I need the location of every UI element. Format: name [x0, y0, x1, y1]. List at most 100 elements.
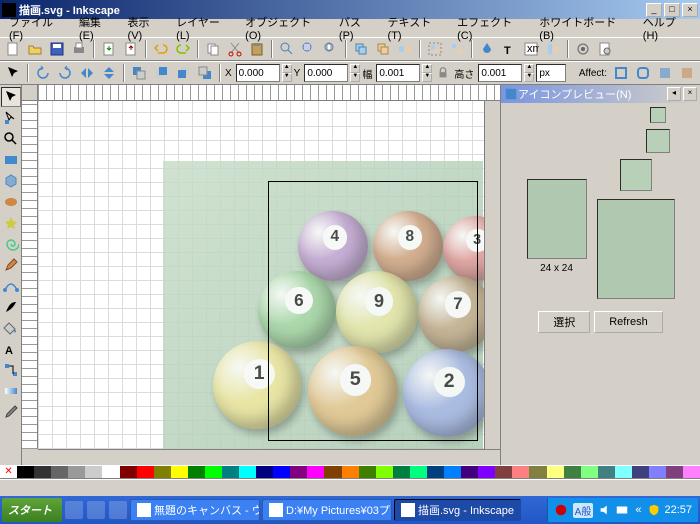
taskbar-task-1[interactable]: D:¥My Pictures¥03プラン…: [262, 499, 392, 521]
quicklaunch-desktop-icon[interactable]: [87, 501, 105, 519]
affect-corners-button[interactable]: [633, 63, 653, 83]
paste-button[interactable]: [247, 39, 267, 59]
swatch[interactable]: [85, 466, 102, 478]
quicklaunch-app-icon[interactable]: [109, 501, 127, 519]
clone-button[interactable]: [373, 39, 393, 59]
swatch[interactable]: [598, 466, 615, 478]
tool-spiral[interactable]: [1, 234, 21, 254]
y-input[interactable]: [304, 64, 348, 82]
ime-indicator[interactable]: A般: [573, 503, 594, 518]
h-spin-down[interactable]: ▼: [524, 73, 534, 82]
swatch[interactable]: [324, 466, 341, 478]
swatch[interactable]: [102, 466, 119, 478]
affect-stroke-button[interactable]: [611, 63, 631, 83]
tool-zoom[interactable]: [1, 129, 21, 149]
swatch[interactable]: [205, 466, 222, 478]
y-spin-down[interactable]: ▼: [350, 73, 360, 82]
affect-gradient-button[interactable]: [655, 63, 675, 83]
panel-titlebar[interactable]: アイコンプレビュー(N) ◂ ×: [501, 85, 700, 103]
swatch[interactable]: [393, 466, 410, 478]
swatch[interactable]: [239, 466, 256, 478]
quicklaunch-ie-icon[interactable]: [65, 501, 83, 519]
menu-item-9[interactable]: ヘルプ(H): [637, 13, 697, 43]
y-spin-up[interactable]: ▲: [350, 64, 360, 73]
swatch[interactable]: [564, 466, 581, 478]
lower-bottom-button[interactable]: [195, 63, 215, 83]
xml-editor-button[interactable]: xml: [521, 39, 541, 59]
tool-star[interactable]: [1, 213, 21, 233]
swatch[interactable]: [512, 466, 529, 478]
swatch[interactable]: [359, 466, 376, 478]
w-spin-down[interactable]: ▼: [422, 73, 432, 82]
swatch[interactable]: [307, 466, 324, 478]
tool-pencil[interactable]: [1, 255, 21, 275]
tool-text[interactable]: A: [1, 339, 21, 359]
swatch[interactable]: [342, 466, 359, 478]
swatch[interactable]: [615, 466, 632, 478]
swatch[interactable]: [683, 466, 700, 478]
preferences-button[interactable]: [573, 39, 593, 59]
swatch[interactable]: [154, 466, 171, 478]
swatch[interactable]: [444, 466, 461, 478]
tray-expand[interactable]: «: [635, 504, 641, 516]
swatch-none[interactable]: [0, 466, 17, 478]
ungroup-button[interactable]: [447, 39, 467, 59]
tool-node[interactable]: [1, 108, 21, 128]
swatch[interactable]: [256, 466, 273, 478]
w-spin-up[interactable]: ▲: [422, 64, 432, 73]
swatch[interactable]: [649, 466, 666, 478]
undo-button[interactable]: [151, 39, 171, 59]
scrollbar-horizontal[interactable]: [38, 449, 500, 465]
swatch[interactable]: [68, 466, 85, 478]
rotate-cw-button[interactable]: [55, 63, 75, 83]
swatch[interactable]: [529, 466, 546, 478]
tool-calligraphy[interactable]: [1, 297, 21, 317]
tray-network-icon[interactable]: [615, 503, 629, 517]
x-spin-up[interactable]: ▲: [282, 64, 292, 73]
align-button[interactable]: [543, 39, 563, 59]
group-button[interactable]: [425, 39, 445, 59]
swatch[interactable]: [17, 466, 34, 478]
rotate-ccw-button[interactable]: [33, 63, 53, 83]
swatch[interactable]: [547, 466, 564, 478]
panel-iconify-button[interactable]: ◂: [667, 87, 681, 101]
flip-h-button[interactable]: [77, 63, 97, 83]
taskbar-task-2[interactable]: 描画.svg - Inkscape: [394, 499, 521, 521]
tool-gradient[interactable]: [1, 381, 21, 401]
ruler-horizontal[interactable]: [38, 85, 500, 101]
print-button[interactable]: [69, 39, 89, 59]
lower-button[interactable]: [173, 63, 193, 83]
swatch[interactable]: [51, 466, 68, 478]
swatch[interactable]: [34, 466, 51, 478]
swatch[interactable]: [666, 466, 683, 478]
swatch[interactable]: [137, 466, 154, 478]
select-button[interactable]: 選択: [538, 311, 590, 333]
tray-volume-icon[interactable]: [598, 503, 612, 517]
select-transform-icon[interactable]: [3, 63, 23, 83]
lock-aspect-icon[interactable]: [436, 66, 450, 80]
swatch[interactable]: [171, 466, 188, 478]
swatch[interactable]: [581, 466, 598, 478]
swatch[interactable]: [632, 466, 649, 478]
swatch[interactable]: [495, 466, 512, 478]
new-button[interactable]: [3, 39, 23, 59]
tray-icon-1[interactable]: [554, 503, 568, 517]
swatch[interactable]: [461, 466, 478, 478]
clock[interactable]: 22:57: [664, 504, 692, 516]
redo-button[interactable]: [173, 39, 193, 59]
swatch[interactable]: [427, 466, 444, 478]
taskbar-task-0[interactable]: 無題のキャンバス - ウェブ…: [130, 499, 260, 521]
flip-v-button[interactable]: [99, 63, 119, 83]
copy-button[interactable]: [203, 39, 223, 59]
unit-select[interactable]: [536, 64, 566, 82]
open-button[interactable]: [25, 39, 45, 59]
save-button[interactable]: [47, 39, 67, 59]
selection-rectangle[interactable]: [268, 181, 478, 441]
h-input[interactable]: [478, 64, 522, 82]
tool-bucket[interactable]: [1, 318, 21, 338]
start-button[interactable]: スタート: [2, 498, 62, 522]
tool-dropper[interactable]: [1, 402, 21, 422]
swatch[interactable]: [222, 466, 239, 478]
tool-connector[interactable]: [1, 360, 21, 380]
duplicate-button[interactable]: [351, 39, 371, 59]
